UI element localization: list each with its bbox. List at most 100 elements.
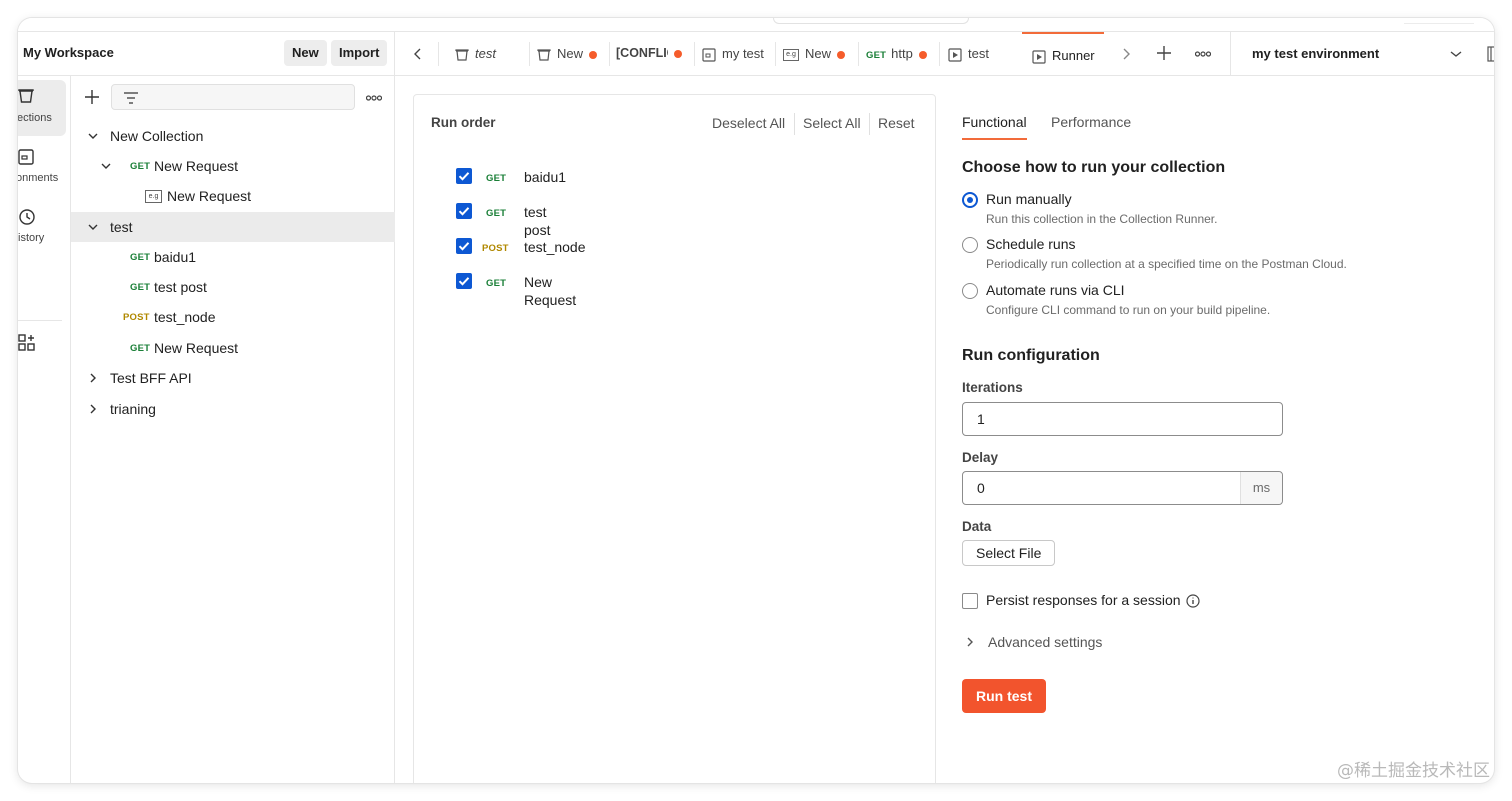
filter-input[interactable] xyxy=(111,84,355,110)
tab-label: http xyxy=(891,46,913,61)
divider xyxy=(869,113,870,135)
tab-collection-test[interactable]: test xyxy=(455,32,527,75)
tab-divider xyxy=(609,42,610,66)
tree-item-label: test xyxy=(110,219,133,235)
advanced-settings-toggle[interactable]: Advanced settings xyxy=(988,634,1102,650)
chevron-down-icon xyxy=(1450,51,1462,57)
tab-request-http[interactable]: GET http xyxy=(866,32,936,75)
tab-runner-active[interactable]: Runner xyxy=(1022,32,1104,75)
info-icon[interactable] xyxy=(1186,594,1200,608)
persist-responses-checkbox[interactable] xyxy=(962,593,978,609)
more-options-icon[interactable] xyxy=(1195,51,1211,57)
more-options-icon[interactable] xyxy=(366,95,382,101)
radio-schedule-runs[interactable] xyxy=(962,237,978,253)
tree-item-label: New Collection xyxy=(110,128,204,144)
radio-automate-cli[interactable] xyxy=(962,283,978,299)
app-window: My Workspace New Import ections onments … xyxy=(18,18,1494,783)
tab-collection-new[interactable]: New xyxy=(537,32,607,75)
tab-divider xyxy=(694,42,695,66)
tab-label: test xyxy=(475,46,496,61)
tree-item-request[interactable]: GET New Request xyxy=(71,333,395,363)
delay-input[interactable]: 0 ms xyxy=(962,471,1283,505)
tree-item-request[interactable]: GET test post xyxy=(71,272,395,302)
tab-environment[interactable]: my test xyxy=(702,32,774,75)
tree-item-label: Test BFF API xyxy=(110,370,192,386)
request-checkbox[interactable] xyxy=(456,273,472,289)
deselect-all-button[interactable]: Deselect All xyxy=(712,115,785,131)
tab-label: New xyxy=(557,46,584,61)
rail-item-environments[interactable]: onments xyxy=(18,140,66,196)
plus-icon[interactable] xyxy=(1157,46,1171,60)
radio-run-manually[interactable] xyxy=(962,192,978,208)
chevron-left-icon[interactable] xyxy=(413,48,423,60)
method-badge: GET xyxy=(130,282,151,293)
rail-item-history[interactable]: istory xyxy=(18,200,66,256)
method-badge: GET xyxy=(130,161,151,172)
environment-selector[interactable]: my test environment xyxy=(1230,32,1494,75)
plus-icon[interactable] xyxy=(85,90,99,104)
environment-label: my test environment xyxy=(1252,46,1380,61)
collections-icon xyxy=(18,89,34,103)
request-checkbox[interactable] xyxy=(456,168,472,184)
tree-item-label: test_node xyxy=(154,309,216,325)
tree-item-new-collection[interactable]: New Collection xyxy=(71,121,395,151)
run-test-button[interactable]: Run test xyxy=(962,679,1046,713)
chevron-right-icon[interactable] xyxy=(87,403,99,415)
chevron-down-icon[interactable] xyxy=(87,221,99,233)
tree-item-test-collection[interactable]: test xyxy=(71,212,395,242)
tree-item-collection[interactable]: trianing xyxy=(71,394,395,424)
tab-performance[interactable]: Performance xyxy=(1051,114,1131,130)
tree-item-collection[interactable]: Test BFF API xyxy=(71,363,395,393)
run-order-panel: Run order Deselect All Select All Reset … xyxy=(413,94,936,783)
rail-label-collections: ections xyxy=(18,112,52,124)
collection-icon xyxy=(455,48,469,61)
chevron-right-icon[interactable] xyxy=(87,372,99,384)
method-badge: GET xyxy=(866,50,887,61)
method-badge: GET xyxy=(130,252,151,263)
chevron-down-icon[interactable] xyxy=(100,160,112,172)
tab-runner-test[interactable]: test xyxy=(948,32,1014,75)
rail-label-environments: onments xyxy=(18,172,59,184)
tree-item-label: New Request xyxy=(154,340,239,356)
runner-icon xyxy=(1032,49,1046,64)
select-all-button[interactable]: Select All xyxy=(803,115,861,131)
new-button[interactable]: New xyxy=(284,40,327,66)
option-description: Run this collection in the Collection Ru… xyxy=(986,212,1218,226)
method-badge: POST xyxy=(482,243,509,254)
rail-item-apps[interactable] xyxy=(18,326,66,382)
tab-divider xyxy=(858,42,859,66)
tree-item-request[interactable]: GET baidu1 xyxy=(71,242,395,272)
run-config-panel: Functional Performance Choose how to run… xyxy=(962,94,1482,783)
iterations-input[interactable]: 1 xyxy=(962,402,1283,436)
request-checkbox[interactable] xyxy=(456,238,472,254)
rail-item-collections[interactable]: ections xyxy=(18,80,66,136)
run-order-title: Run order xyxy=(431,115,496,130)
chevron-right-icon[interactable] xyxy=(966,636,974,648)
chevron-right-icon[interactable] xyxy=(1121,48,1131,60)
request-name: test post xyxy=(524,204,551,238)
request-checkbox[interactable] xyxy=(456,203,472,219)
persist-responses-label: Persist responses for a session xyxy=(986,592,1181,608)
tree-item-request[interactable]: POST test_node xyxy=(71,302,395,332)
search-bar[interactable] xyxy=(773,18,969,24)
tab-functional[interactable]: Functional xyxy=(962,114,1027,140)
watermark: @稀土掘金技术社区 xyxy=(1337,761,1490,781)
environment-quicklook-icon[interactable] xyxy=(1487,46,1494,62)
tab-divider xyxy=(529,42,530,66)
environment-icon xyxy=(702,47,716,62)
environments-icon xyxy=(18,149,34,165)
chevron-down-icon[interactable] xyxy=(87,130,99,142)
tree-item-request[interactable]: GET New Request xyxy=(71,151,395,181)
tab-conflict[interactable]: [CONFLIC xyxy=(616,32,692,75)
tree-item-label: New Request xyxy=(154,158,239,174)
sidebar-rail: ections onments istory xyxy=(18,76,71,783)
collection-icon xyxy=(537,48,551,61)
select-file-button[interactable]: Select File xyxy=(962,540,1056,566)
check-icon xyxy=(458,207,470,216)
tree-item-example[interactable]: e.g New Request xyxy=(71,181,395,211)
runner-icon xyxy=(948,47,962,62)
import-button[interactable]: Import xyxy=(331,40,388,66)
reset-button[interactable]: Reset xyxy=(878,115,915,131)
tree-item-label: trianing xyxy=(110,401,156,417)
tab-example[interactable]: e.g New xyxy=(783,32,858,75)
